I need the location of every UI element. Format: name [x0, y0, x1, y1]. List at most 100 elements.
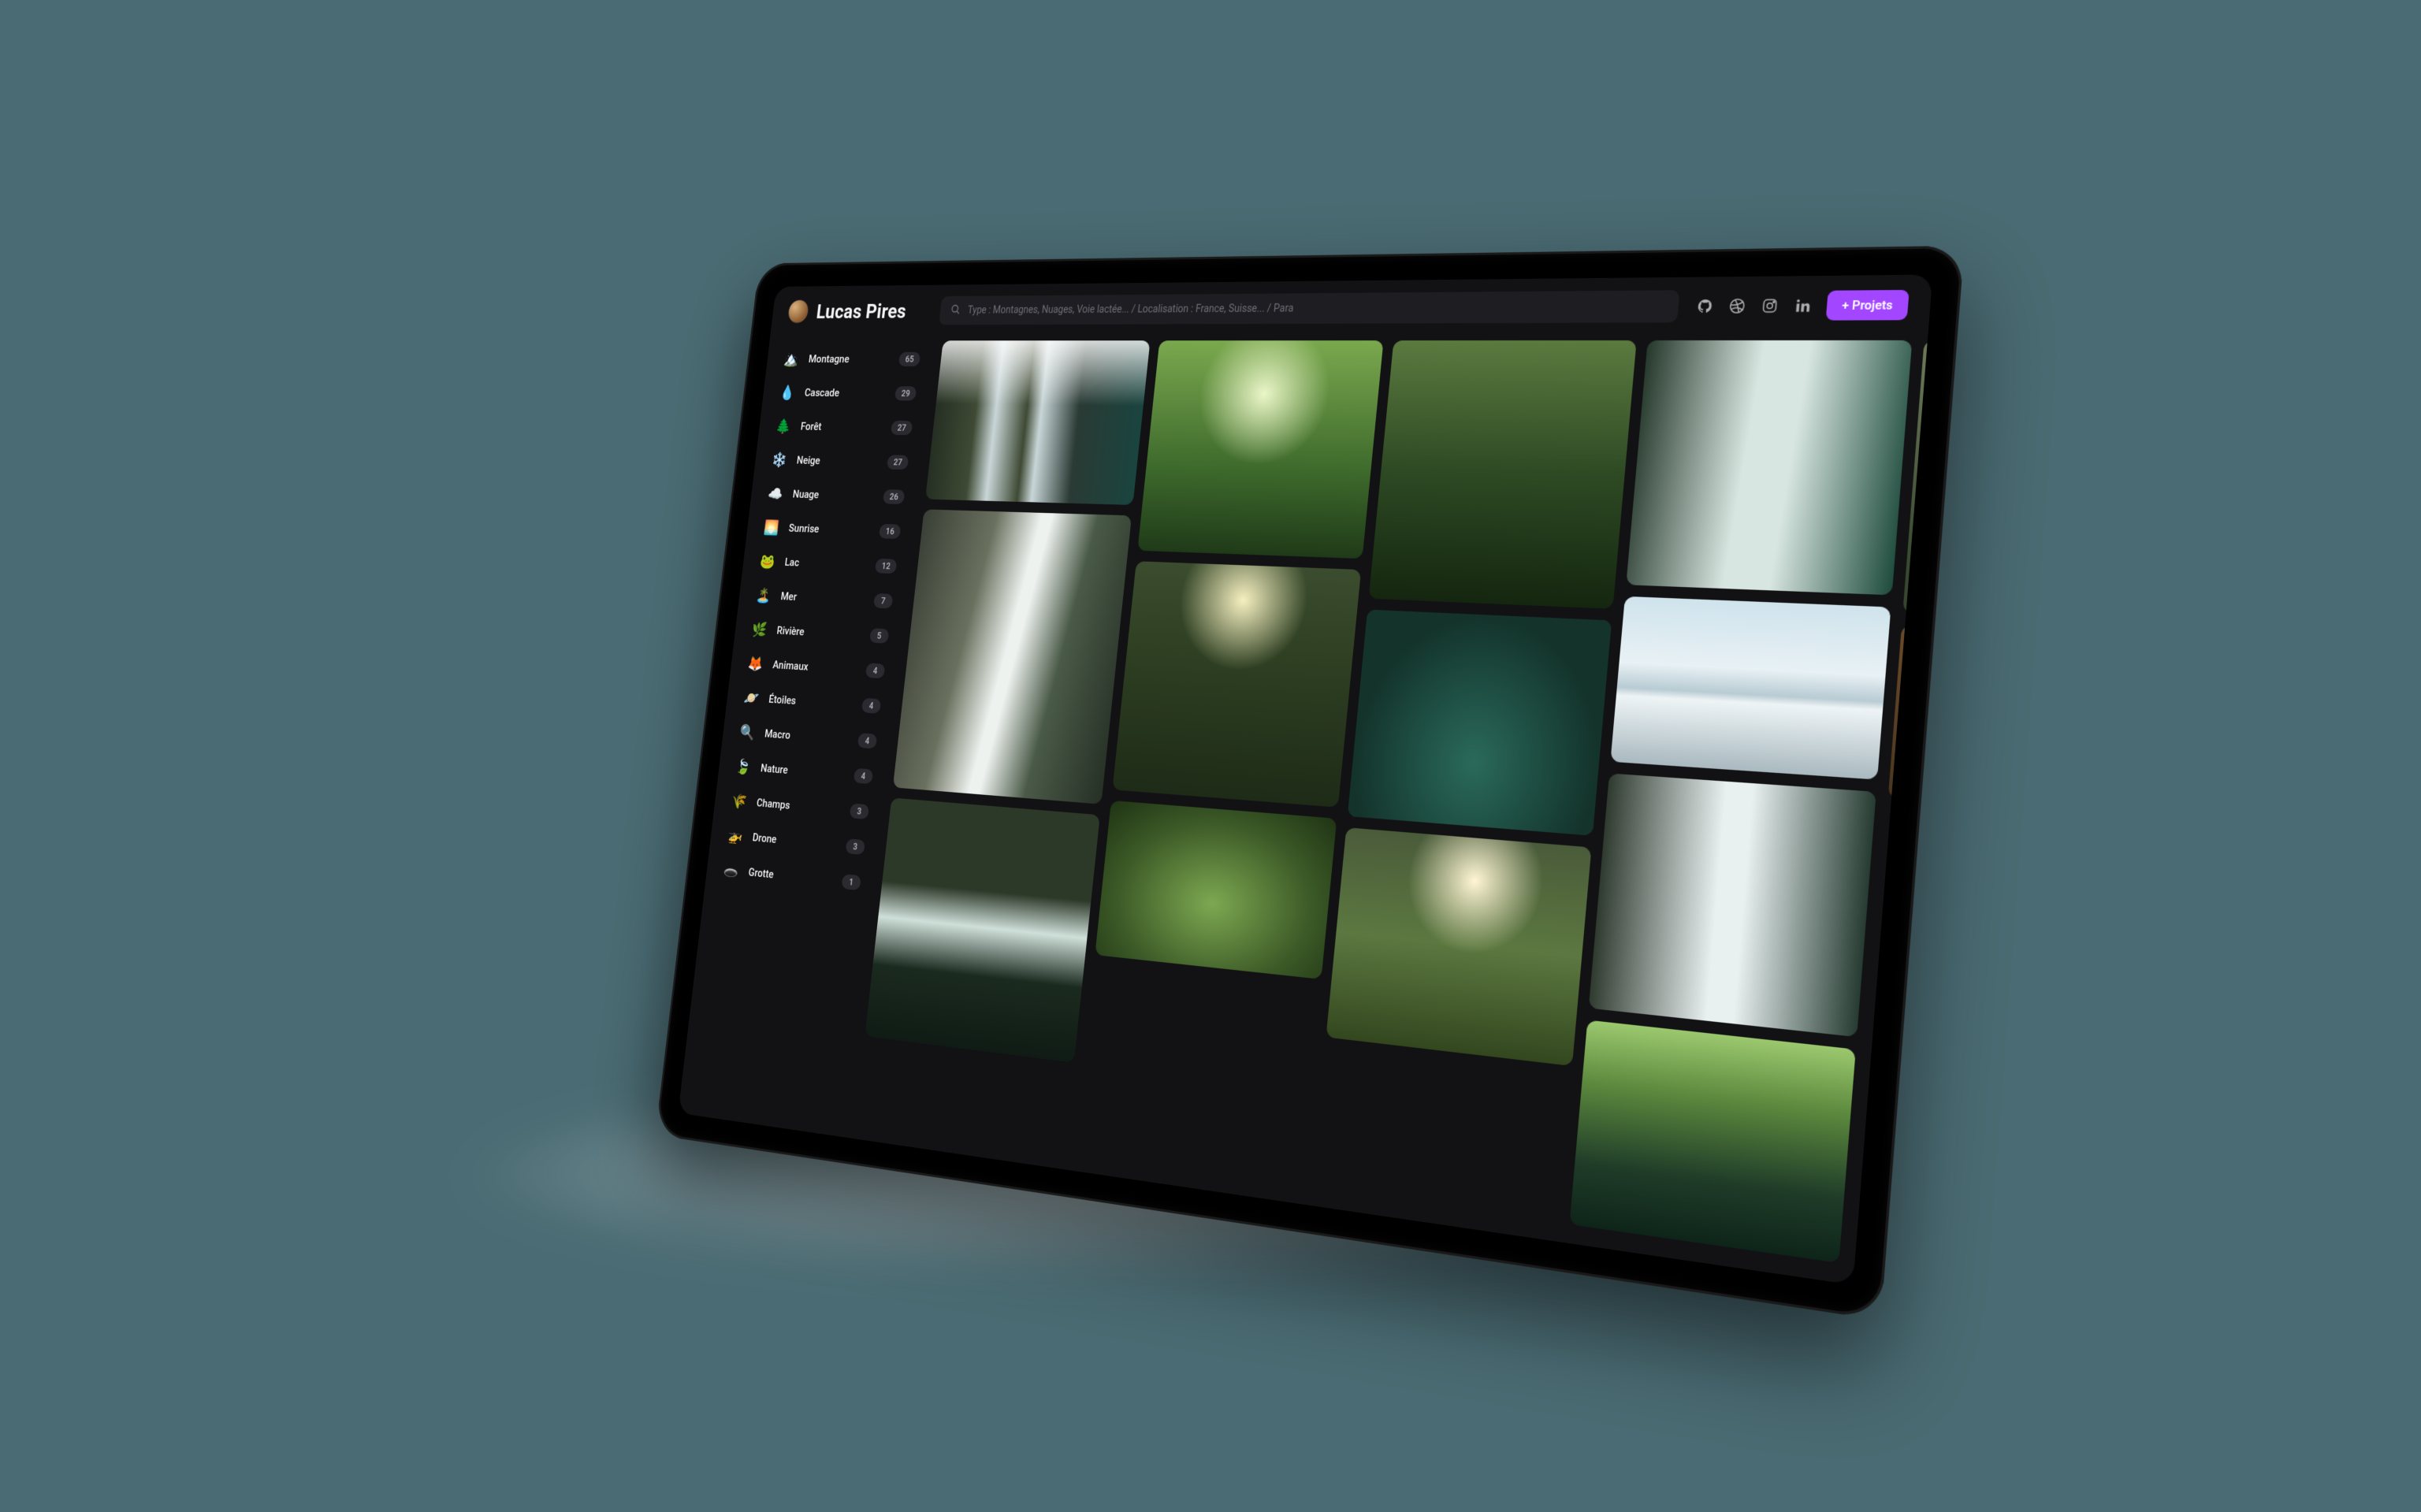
sidebar-item-montagne[interactable]: 🏔️ Montagne 65 [776, 342, 927, 377]
brand[interactable]: Lucas Pires [787, 299, 928, 323]
photo-gallery [848, 335, 1928, 1284]
category-label: Champs [756, 796, 842, 816]
category-count: 29 [894, 386, 917, 400]
category-label: Neige [796, 454, 880, 469]
photo-tile-deep-forest[interactable] [1369, 340, 1637, 609]
category-icon: 🌅 [761, 516, 782, 538]
photo-thumbnail [1369, 340, 1637, 609]
perspective-stage: Lucas Pires Type : Montagnes, Nuages, Vo… [0, 0, 2421, 1512]
category-label: Étoiles [768, 693, 854, 711]
category-icon: 🦊 [746, 652, 766, 674]
category-count: 12 [875, 559, 897, 574]
category-label: Cascade [804, 386, 887, 399]
category-count: 5 [869, 628, 890, 644]
search-input[interactable]: Type : Montagnes, Nuages, Voie lactée...… [939, 290, 1680, 325]
dribbble-icon[interactable] [1727, 297, 1747, 315]
category-count: 1 [841, 874, 861, 890]
category-icon: 🔍 [738, 721, 758, 744]
category-icon: 🪐 [742, 686, 762, 709]
photo-thumbnail [1112, 561, 1361, 808]
photo-thumbnail [1610, 596, 1891, 780]
category-label: Forêt [800, 420, 883, 434]
photo-tile-pool[interactable] [1348, 610, 1612, 836]
sidebar-item-cascade[interactable]: 💧 Cascade 29 [772, 376, 923, 411]
photo-thumbnail [1137, 340, 1383, 559]
category-count: 3 [845, 838, 865, 855]
tablet-frame: Lucas Pires Type : Montagnes, Nuages, Vo… [655, 246, 1964, 1321]
category-count: 26 [883, 489, 905, 504]
photo-tile-bright-forest[interactable] [1137, 340, 1383, 559]
photo-thumbnail [1626, 340, 1912, 595]
photo-tile-waterfall-wide[interactable] [925, 340, 1150, 505]
search-placeholder: Type : Montagnes, Nuages, Voie lactée...… [967, 303, 1294, 316]
instagram-icon[interactable] [1760, 297, 1779, 315]
category-count: 3 [850, 803, 870, 819]
category-icon: 🌿 [749, 619, 770, 641]
photo-tile-rocks[interactable] [1902, 340, 1928, 625]
category-count: 65 [898, 352, 920, 366]
category-label: Grotte [748, 865, 835, 886]
photo-thumbnail [925, 340, 1150, 505]
category-label: Lac [784, 555, 868, 572]
category-count: 4 [857, 733, 878, 749]
category-label: Montagne [808, 352, 891, 365]
photo-tile-gorge[interactable] [865, 797, 1100, 1062]
category-icon: ☁️ [765, 483, 786, 504]
photo-thumbnail [893, 509, 1132, 804]
header-actions: + Projets [1695, 290, 1910, 321]
category-label: Nature [760, 761, 846, 781]
photo-tile-canyon-fall[interactable] [893, 509, 1132, 804]
search-icon [950, 303, 961, 318]
sidebar-item-sunrise[interactable]: 🌅 Sunrise 16 [756, 510, 907, 549]
category-icon: 🐸 [757, 550, 778, 572]
photo-tile-tall-fall[interactable] [1589, 773, 1876, 1037]
category-label: Animaux [772, 658, 858, 676]
photo-thumbnail [1589, 773, 1876, 1037]
category-label: Drone [752, 830, 838, 852]
category-icon: 🌲 [774, 415, 794, 437]
app-screen: Lucas Pires Type : Montagnes, Nuages, Vo… [678, 274, 1932, 1284]
category-label: Nuage [792, 488, 876, 503]
photo-thumbnail [1569, 1020, 1855, 1263]
photo-tile-mountain-sky[interactable] [1610, 596, 1891, 780]
photo-tile-fern[interactable] [1095, 801, 1337, 979]
photo-thumbnail [1095, 801, 1337, 979]
category-count: 7 [873, 593, 894, 609]
photo-tile-forest-valley[interactable] [1112, 561, 1361, 808]
sidebar-item-forêt[interactable]: 🌲 Forêt 27 [768, 409, 920, 445]
category-count: 4 [853, 768, 874, 785]
linkedin-icon[interactable] [1793, 296, 1813, 314]
category-icon: 🕳️ [721, 859, 742, 882]
sidebar-item-neige[interactable]: ❄️ Neige 27 [764, 443, 916, 480]
category-label: Mer [780, 589, 866, 606]
category-icon: 🏔️ [782, 348, 802, 370]
category-count: 27 [887, 455, 909, 470]
category-label: Sunrise [788, 522, 872, 537]
category-icon: 🌾 [729, 789, 749, 812]
photo-thumbnail [865, 797, 1100, 1062]
new-project-button[interactable]: + Projets [1826, 290, 1910, 321]
category-count: 4 [861, 698, 882, 714]
photo-thumbnail [1348, 610, 1612, 836]
github-icon[interactable] [1695, 297, 1714, 315]
photo-tile-cabin[interactable] [1888, 625, 1928, 819]
user-name: Lucas Pires [815, 299, 907, 323]
category-icon: 💧 [778, 382, 798, 403]
app-body: 🏔️ Montagne 65 💧 Cascade 29 🌲 Forêt 27 ❄️ Neige 27 ☁… [678, 335, 1928, 1284]
category-count: 16 [879, 524, 901, 539]
sidebar-item-nuage[interactable]: ☁️ Nuage 26 [761, 476, 912, 515]
category-icon: ❄️ [770, 449, 790, 470]
category-icon: 🏝️ [753, 585, 774, 607]
category-count: 27 [891, 421, 913, 436]
category-count: 4 [865, 663, 886, 678]
photo-thumbnail [1326, 827, 1591, 1066]
avatar [787, 299, 810, 323]
photo-tile-wide-fall[interactable] [1626, 340, 1912, 595]
category-icon: 🍃 [734, 755, 754, 778]
app-header: Lucas Pires Type : Montagnes, Nuages, Vo… [770, 274, 1932, 336]
photo-tile-moss-stream[interactable] [1569, 1020, 1855, 1263]
category-icon: 🚁 [725, 824, 746, 848]
photo-thumbnail [1888, 625, 1928, 819]
category-label: Rivière [776, 624, 862, 641]
photo-tile-meadow[interactable] [1326, 827, 1591, 1066]
